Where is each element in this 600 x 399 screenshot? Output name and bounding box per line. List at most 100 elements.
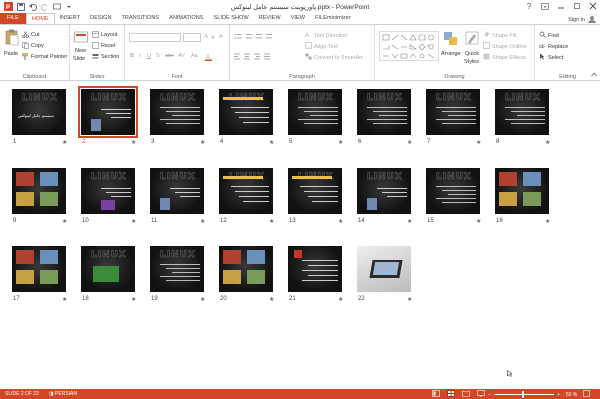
redo-icon[interactable] (40, 2, 49, 11)
restore-button[interactable] (572, 1, 582, 11)
help-button[interactable]: ? (524, 1, 534, 11)
slide-thumbnail-4[interactable]: LINUX (219, 89, 273, 135)
customize-qat-icon[interactable] (64, 2, 73, 11)
slide-thumbnail-21[interactable] (288, 246, 342, 292)
tab-home[interactable]: HOME (25, 13, 55, 24)
slide-thumbnail-13[interactable]: LINUX (288, 168, 342, 214)
slide-thumbnail-16[interactable] (495, 168, 549, 214)
reset-button[interactable]: Reset (92, 42, 115, 49)
zoom-level[interactable]: 50 % (566, 392, 577, 398)
slide-transition-star-icon[interactable]: ★ (62, 218, 67, 225)
minimize-button[interactable] (556, 1, 566, 11)
collapse-ribbon-icon[interactable] (591, 72, 597, 79)
slide-thumbnail-7[interactable]: LINUX (426, 89, 480, 135)
quick-styles-button[interactable]: Quick (465, 51, 479, 57)
language-status[interactable]: ◨ PERSIAN (44, 391, 82, 397)
zoom-out-button[interactable]: − (488, 392, 491, 398)
slide-transition-star-icon[interactable]: ★ (407, 218, 412, 225)
font-name-dropdown[interactable] (129, 33, 181, 42)
slide-transition-star-icon[interactable]: ★ (545, 139, 550, 146)
shape-effects-button[interactable]: Shape Effects (483, 53, 526, 62)
increase-font-size-button[interactable]: A (204, 34, 208, 40)
reading-view-icon[interactable] (462, 390, 470, 399)
slide-thumbnail-22[interactable] (357, 246, 411, 292)
cut-button[interactable]: Cut (22, 31, 40, 39)
font-size-dropdown[interactable] (183, 33, 201, 42)
slide-transition-star-icon[interactable]: ★ (545, 218, 550, 225)
change-case-button[interactable]: Aa (191, 53, 198, 59)
slide-transition-star-icon[interactable]: ★ (62, 139, 67, 146)
slide-thumbnail-19[interactable]: LINUX (150, 246, 204, 292)
ribbon-display-icon[interactable] (540, 1, 550, 11)
tab-insert[interactable]: INSERT (55, 13, 85, 24)
tab-design[interactable]: DESIGN (85, 13, 116, 24)
slide-thumbnail-12[interactable]: LINUX (219, 168, 273, 214)
strikethrough-button[interactable]: abc (165, 53, 174, 59)
slide-thumbnail-11[interactable]: LINUX (150, 168, 204, 214)
decrease-font-size-button[interactable]: A (211, 35, 214, 41)
slide-transition-star-icon[interactable]: ★ (131, 218, 136, 225)
start-from-beginning-icon[interactable] (52, 2, 61, 11)
clear-formatting-button[interactable]: A (219, 34, 223, 40)
slide-transition-star-icon[interactable]: ★ (269, 139, 274, 146)
slide-thumbnail-15[interactable]: LINUX (426, 168, 480, 214)
quick-styles-button-line2[interactable]: Styles (464, 59, 479, 65)
new-slide-icon[interactable] (74, 30, 90, 46)
select-button[interactable]: Select (539, 53, 563, 62)
tab-transitions[interactable]: TRANSITIONS (116, 13, 164, 24)
slide-transition-star-icon[interactable]: ★ (338, 296, 343, 303)
slide-transition-star-icon[interactable]: ★ (269, 218, 274, 225)
save-icon[interactable] (16, 2, 25, 11)
sign-in-label[interactable]: Sign in (568, 17, 585, 23)
find-button[interactable]: Find (539, 31, 559, 40)
fit-to-window-icon[interactable] (583, 390, 591, 399)
slide-transition-star-icon[interactable]: ★ (269, 296, 274, 303)
quick-styles-icon[interactable] (465, 31, 481, 47)
paste-icon[interactable] (4, 29, 20, 46)
italic-button[interactable]: I (139, 53, 141, 59)
slide-transition-star-icon[interactable]: ★ (338, 218, 343, 225)
slide-thumbnail-2[interactable]: LINUX (78, 86, 138, 138)
slide-transition-star-icon[interactable]: ★ (131, 139, 136, 146)
slide-thumbnail-8[interactable]: LINUX (495, 89, 549, 135)
slide-thumbnail-10[interactable]: LINUX (81, 168, 135, 214)
normal-view-icon[interactable] (432, 390, 440, 399)
slide-transition-star-icon[interactable]: ★ (338, 139, 343, 146)
slideshow-view-icon[interactable] (477, 390, 485, 399)
undo-icon[interactable] (28, 2, 37, 11)
new-slide-button[interactable]: New (75, 48, 86, 54)
slide-transition-star-icon[interactable]: ★ (62, 296, 67, 303)
slide-transition-star-icon[interactable]: ★ (131, 296, 136, 303)
copy-button[interactable]: Copy (22, 42, 44, 49)
tab-fileminimizer[interactable]: FILEminimizer (310, 13, 356, 24)
layout-button[interactable]: Layout (92, 31, 118, 38)
new-slide-button-line2[interactable]: Slide (73, 56, 85, 62)
align-text-button[interactable]: Align Text (305, 42, 338, 51)
slide-thumbnail-1[interactable]: LINUX سیستم عامل لینوکس (12, 89, 66, 135)
arrange-button[interactable]: Arrange (441, 51, 461, 57)
character-spacing-button[interactable]: AV (178, 53, 185, 59)
bullets-button[interactable] (234, 33, 274, 40)
slide-thumbnail-20[interactable] (219, 246, 273, 292)
bold-button[interactable]: B (130, 53, 134, 59)
zoom-slider[interactable] (493, 391, 554, 398)
slide-thumbnail-3[interactable]: LINUX (150, 89, 204, 135)
zoom-slider-thumb[interactable] (521, 391, 524, 398)
slide-thumbnail-9[interactable] (12, 168, 66, 214)
replace-button[interactable]: ab Replace (539, 42, 568, 51)
shape-fill-button[interactable]: Shape Fill (483, 31, 516, 40)
slide-transition-star-icon[interactable]: ★ (407, 139, 412, 146)
powerpoint-logo-icon[interactable]: P (4, 2, 13, 11)
tab-slide-show[interactable]: SLIDE SHOW (209, 13, 254, 24)
slide-count-status[interactable]: SLIDE 2 OF 22 (0, 391, 44, 397)
slide-transition-star-icon[interactable]: ★ (200, 296, 205, 303)
slide-thumbnail-17[interactable] (12, 246, 66, 292)
arrange-icon[interactable] (443, 31, 459, 47)
slide-thumbnail-18[interactable]: LINUX (81, 246, 135, 292)
slide-sorter-view-icon[interactable] (447, 390, 455, 399)
close-button[interactable] (588, 1, 598, 11)
tab-file[interactable]: FILE (0, 13, 26, 24)
shadow-button[interactable]: S (156, 53, 160, 59)
section-button[interactable]: Section (92, 53, 119, 60)
slide-transition-star-icon[interactable]: ★ (407, 296, 412, 303)
